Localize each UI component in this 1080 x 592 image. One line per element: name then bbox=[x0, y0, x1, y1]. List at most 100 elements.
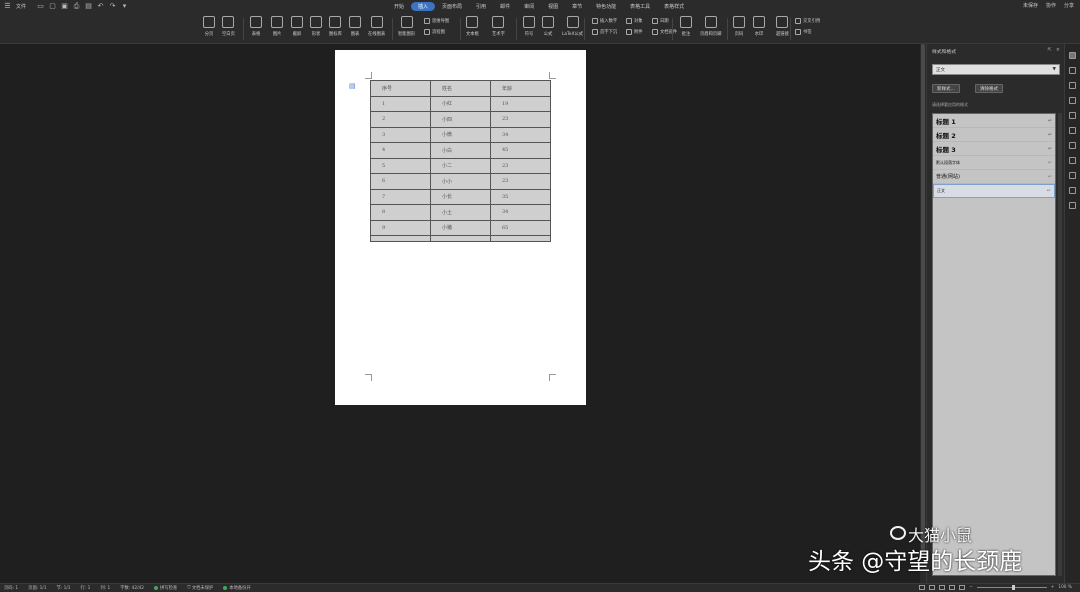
ribbon-button-7[interactable]: 图表 bbox=[349, 16, 361, 37]
table-row[interactable]: 6 小小 23 bbox=[370, 173, 551, 190]
ribbon-button-2[interactable]: 表格 bbox=[250, 16, 262, 37]
ribbon-small-button-2[interactable]: 插入数字 bbox=[592, 18, 617, 24]
table-move-handle-icon[interactable]: ▤ bbox=[349, 82, 358, 90]
table-cell[interactable]: 9 bbox=[370, 219, 431, 236]
ribbon-button-9[interactable]: 智能图形 bbox=[398, 16, 415, 37]
table-cell[interactable]: 序号 bbox=[370, 80, 431, 97]
tab-1[interactable]: 插入 bbox=[411, 2, 436, 11]
undo-icon[interactable]: ↶ bbox=[97, 3, 104, 10]
table-cell[interactable]: 7 bbox=[370, 188, 431, 205]
shapes-icon[interactable] bbox=[1069, 67, 1076, 74]
ribbon-button-10[interactable]: 文本框 bbox=[466, 16, 479, 37]
style-item[interactable]: 标题 1 ↵ bbox=[933, 114, 1055, 128]
close-icon[interactable]: × bbox=[1056, 47, 1060, 53]
table-cell[interactable]: 小长 bbox=[430, 188, 491, 205]
ribbon-small-button-0[interactable]: 思维导图 bbox=[424, 18, 449, 24]
ribbon-button-15[interactable]: 批注 bbox=[680, 16, 692, 37]
table-cell[interactable]: 小猪 bbox=[430, 219, 491, 236]
menu-icon[interactable]: ☰ bbox=[4, 3, 11, 10]
tab-2[interactable]: 页面布局 bbox=[435, 2, 469, 11]
table-cell[interactable]: 23 bbox=[490, 173, 551, 190]
tab-7[interactable]: 章节 bbox=[565, 2, 589, 11]
ribbon-small-button-3[interactable]: 首字下沉 bbox=[592, 29, 617, 35]
web-view-icon[interactable] bbox=[949, 585, 956, 590]
ribbon-button-3[interactable]: 图片 bbox=[271, 16, 283, 37]
style-item[interactable]: 默认段落字体 ↵ bbox=[933, 156, 1055, 170]
table-cell[interactable]: 23 bbox=[490, 157, 551, 174]
print-icon[interactable]: ⎙ bbox=[73, 3, 80, 10]
ribbon-button-17[interactable]: 页码 bbox=[733, 16, 745, 37]
ribbon-small-button-7[interactable]: 文档部件 bbox=[652, 29, 677, 35]
table-cell[interactable]: 34 bbox=[490, 126, 551, 143]
ribbon-button-19[interactable]: 超链接 bbox=[776, 16, 789, 37]
ribbon-button-4[interactable]: 截屏 bbox=[291, 16, 303, 37]
table-cell[interactable]: 姓名 bbox=[430, 80, 491, 97]
ribbon-small-button-8[interactable]: 交叉引用 bbox=[795, 18, 820, 24]
tab-5[interactable]: 审阅 bbox=[517, 2, 541, 11]
table-cell[interactable]: 1 bbox=[370, 95, 431, 112]
backup-status[interactable]: 本地备份开 bbox=[223, 585, 251, 591]
ribbon-button-14[interactable]: LaTeX公式 bbox=[562, 16, 583, 37]
table-cell[interactable]: 6 bbox=[370, 173, 431, 190]
tab-0[interactable]: 开始 bbox=[387, 2, 411, 11]
table-cell[interactable] bbox=[370, 235, 431, 242]
chart-icon[interactable] bbox=[1069, 97, 1076, 104]
clear-format-button[interactable]: 清除格式 bbox=[975, 84, 1003, 93]
quick-access-more-icon[interactable]: ▾ bbox=[121, 3, 128, 10]
status-words[interactable]: 字数: 42/42 bbox=[120, 585, 144, 591]
ribbon-small-button-9[interactable]: 书签 bbox=[795, 29, 812, 35]
table-cell[interactable]: 小白 bbox=[430, 142, 491, 159]
table-cell[interactable]: 65 bbox=[490, 219, 551, 236]
file-menu[interactable]: 文件 bbox=[16, 3, 26, 10]
table-cell[interactable]: 23 bbox=[490, 111, 551, 128]
styles-icon[interactable] bbox=[1069, 52, 1076, 59]
tab-3[interactable]: 引用 bbox=[469, 2, 493, 11]
ribbon-small-button-5[interactable]: 附件 bbox=[626, 29, 643, 35]
table-cell[interactable]: 5 bbox=[370, 157, 431, 174]
table-row[interactable]: 7 小长 35 bbox=[370, 188, 551, 205]
ribbon-button-6[interactable]: 图标库 bbox=[329, 16, 342, 37]
table-cell[interactable]: 45 bbox=[490, 142, 551, 159]
table-cell[interactable]: 小小 bbox=[430, 173, 491, 190]
navigation-icon[interactable] bbox=[1069, 112, 1076, 119]
document-table[interactable]: 序号 姓名 年龄 1 小红 19 2 小四 23 3 小微 34 4 小白 45 5 小二 23 6 小小 23 7 小长 3… bbox=[370, 80, 551, 242]
read-view-icon[interactable] bbox=[959, 585, 966, 590]
scrollbar-thumb[interactable] bbox=[921, 44, 925, 554]
table-row[interactable]: 2 小四 23 bbox=[370, 111, 551, 128]
zoom-level[interactable]: 100 % bbox=[1058, 585, 1072, 590]
ribbon-button-18[interactable]: 水印 bbox=[753, 16, 765, 37]
table-row[interactable]: 序号 姓名 年龄 bbox=[370, 80, 551, 97]
panel-scrollbar[interactable] bbox=[1058, 113, 1062, 576]
table-cell[interactable]: 3 bbox=[370, 126, 431, 143]
document-workspace[interactable]: ▤ 序号 姓名 年龄 1 小红 19 2 小四 23 3 小微 34 4 小白 45 5 小二 23 6 小小 23 7 小… bbox=[0, 44, 920, 583]
ribbon-button-13[interactable]: 公式 bbox=[542, 16, 554, 37]
fullscreen-icon[interactable] bbox=[919, 585, 926, 590]
ribbon-button-8[interactable]: 在线图表 bbox=[368, 16, 385, 37]
style-item[interactable]: 标题 2 ↵ bbox=[933, 128, 1055, 142]
document-page[interactable]: ▤ 序号 姓名 年龄 1 小红 19 2 小四 23 3 小微 34 4 小白 45 5 小二 23 6 小小 23 7 小… bbox=[335, 50, 586, 405]
table-row[interactable]: 3 小微 34 bbox=[370, 126, 551, 143]
style-list[interactable]: 标题 1 ↵ 标题 2 ↵ 标题 3 ↵ 默认段落字体 ↵ 普通(网站) ↵ 正文 ↵ bbox=[932, 113, 1056, 576]
ribbon-button-0[interactable]: 分页 bbox=[203, 16, 215, 37]
outline-view-icon[interactable] bbox=[939, 585, 946, 590]
save-icon[interactable]: ▣ bbox=[61, 3, 68, 10]
tab-8[interactable]: 特色功能 bbox=[589, 2, 623, 11]
table-cell[interactable]: 19 bbox=[490, 95, 551, 112]
table-row[interactable] bbox=[370, 235, 551, 242]
table-cell[interactable]: 34 bbox=[490, 204, 551, 221]
share-button[interactable]: 分享 bbox=[1064, 2, 1074, 9]
doc-protect-status[interactable]: ⛉ 文档未保护 bbox=[187, 585, 213, 591]
table-cell[interactable]: 小红 bbox=[430, 95, 491, 112]
ribbon-button-1[interactable]: 空白页 bbox=[222, 16, 235, 37]
property-icon[interactable] bbox=[1069, 82, 1076, 89]
table-cell[interactable]: 小二 bbox=[430, 157, 491, 174]
table-cell[interactable]: 8 bbox=[370, 204, 431, 221]
ribbon-button-5[interactable]: 形状 bbox=[310, 16, 322, 37]
zoom-out-icon[interactable]: − bbox=[969, 585, 973, 590]
tab-10[interactable]: 表格样式 bbox=[657, 2, 691, 11]
settings-icon[interactable] bbox=[1069, 157, 1076, 164]
collab-button[interactable]: 协作 bbox=[1046, 2, 1056, 9]
unsaved-status[interactable]: 未保存 bbox=[1023, 2, 1038, 9]
page-view-icon[interactable] bbox=[929, 585, 936, 590]
ribbon-button-16[interactable]: 页眉和页脚 bbox=[700, 16, 721, 37]
